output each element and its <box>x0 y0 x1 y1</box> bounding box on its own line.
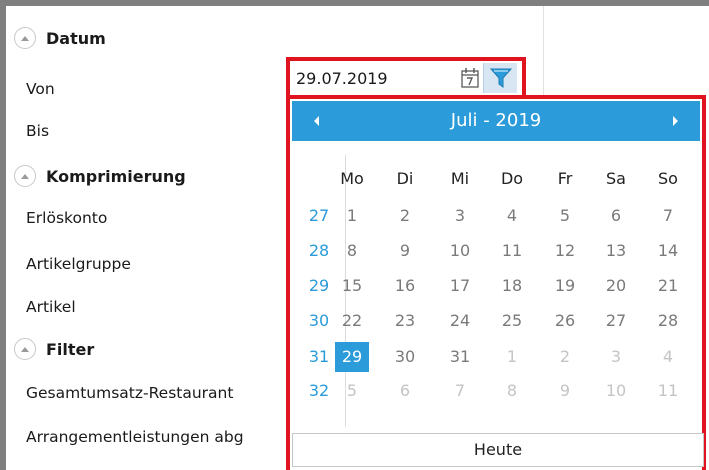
calendar-day[interactable]: 20 <box>599 271 633 301</box>
calendar-header: Juli - 2019 <box>292 101 700 141</box>
field-label-bis: Bis <box>26 122 50 140</box>
calendar-day[interactable]: 6 <box>599 201 633 231</box>
section-filter[interactable]: Filter <box>14 338 94 360</box>
calendar-day[interactable]: 16 <box>388 271 422 301</box>
calendar-day[interactable]: 12 <box>548 236 582 266</box>
week-number: 30 <box>308 311 330 330</box>
filter-button[interactable] <box>483 63 517 93</box>
field-label-von: Von <box>26 80 55 98</box>
calendar-day[interactable]: 18 <box>495 271 529 301</box>
calendar-day[interactable]: 21 <box>651 271 685 301</box>
field-label-artikelgruppe: Artikelgruppe <box>26 255 131 273</box>
section-title: Komprimierung <box>46 166 186 186</box>
window-frame-top <box>0 0 709 6</box>
chevron-up-icon[interactable] <box>14 338 36 360</box>
calendar-day[interactable]: 27 <box>599 306 633 336</box>
calendar-day[interactable]: 1 <box>495 342 529 372</box>
section-title: Datum <box>46 28 106 48</box>
calendar-day[interactable]: 7 <box>443 376 477 406</box>
weekday-header: Do <box>500 169 524 188</box>
section-komprimierung[interactable]: Komprimierung <box>14 165 186 187</box>
calendar-day[interactable]: 3 <box>599 342 633 372</box>
calendar-day[interactable]: 4 <box>651 342 685 372</box>
calendar-day[interactable]: 2 <box>548 342 582 372</box>
calendar-day[interactable]: 13 <box>599 236 633 266</box>
calendar-day[interactable]: 7 <box>651 201 685 231</box>
calendar-day[interactable]: 5 <box>548 201 582 231</box>
week-number: 29 <box>308 276 330 295</box>
window-frame-left <box>0 0 6 470</box>
calendar-day[interactable]: 4 <box>495 201 529 231</box>
week-number: 31 <box>308 347 330 366</box>
calendar-day[interactable]: 23 <box>388 306 422 336</box>
calendar-day[interactable]: 30 <box>388 342 422 372</box>
calendar-icon[interactable] <box>460 67 480 89</box>
calendar-day[interactable]: 6 <box>388 376 422 406</box>
calendar-day[interactable]: 24 <box>443 306 477 336</box>
today-button[interactable]: Heute <box>292 433 704 467</box>
calendar-month-title[interactable]: Juli - 2019 <box>292 110 700 131</box>
calendar-dropdown[interactable]: Juli - 2019 Mo Di Mi Do Fr Sa So 27 1 2 3 4 5 6 7 28 8 9 1… <box>286 95 706 470</box>
calendar-day[interactable]: 5 <box>335 376 369 406</box>
calendar-day[interactable]: 14 <box>651 236 685 266</box>
chevron-up-icon[interactable] <box>14 165 36 187</box>
weekday-header: Di <box>396 169 414 188</box>
calendar-day[interactable]: 11 <box>651 376 685 406</box>
weekday-header: So <box>658 169 678 188</box>
calendar-day[interactable]: 2 <box>388 201 422 231</box>
calendar-day[interactable]: 11 <box>495 236 529 266</box>
field-label-arrangement: Arrangementleistungen abg <box>26 428 244 446</box>
next-month-icon[interactable] <box>673 116 678 126</box>
field-label-artikel: Artikel <box>26 298 76 316</box>
weekday-header: Fr <box>557 169 573 188</box>
calendar-day[interactable]: 15 <box>335 271 369 301</box>
calendar-day[interactable]: 9 <box>388 236 422 266</box>
date-picker-von[interactable]: 29.07.2019 <box>286 57 526 99</box>
calendar-day[interactable]: 17 <box>443 271 477 301</box>
calendar-day[interactable]: 10 <box>599 376 633 406</box>
calendar-day[interactable]: 10 <box>443 236 477 266</box>
weekday-header: Mo <box>340 169 364 188</box>
weekday-header: Sa <box>606 169 626 188</box>
section-title: Filter <box>46 339 95 359</box>
field-label-gesamtumsatz: Gesamtumsatz-Restaurant <box>26 384 234 402</box>
filter-icon <box>489 68 512 88</box>
weekday-header: Mi <box>450 169 470 188</box>
calendar-day[interactable]: 8 <box>335 236 369 266</box>
calendar-day[interactable]: 3 <box>443 201 477 231</box>
column-divider <box>543 6 544 96</box>
calendar-day[interactable]: 8 <box>495 376 529 406</box>
calendar-day[interactable]: 28 <box>651 306 685 336</box>
week-number: 28 <box>308 241 330 260</box>
calendar-day[interactable]: 1 <box>335 201 369 231</box>
calendar-day[interactable]: 31 <box>443 342 477 372</box>
field-label-erloeskonto: Erlöskonto <box>26 209 108 227</box>
chevron-up-icon[interactable] <box>14 27 36 49</box>
section-datum[interactable]: Datum <box>14 27 106 49</box>
calendar-day[interactable]: 9 <box>548 376 582 406</box>
week-number: 32 <box>308 381 330 400</box>
date-input[interactable]: 29.07.2019 <box>296 69 388 88</box>
calendar-day[interactable]: 19 <box>548 271 582 301</box>
calendar-day[interactable]: 25 <box>495 306 529 336</box>
calendar-day[interactable]: 22 <box>335 306 369 336</box>
calendar-day[interactable]: 26 <box>548 306 582 336</box>
week-number: 27 <box>308 206 330 225</box>
calendar-day-selected[interactable]: 29 <box>335 342 369 372</box>
